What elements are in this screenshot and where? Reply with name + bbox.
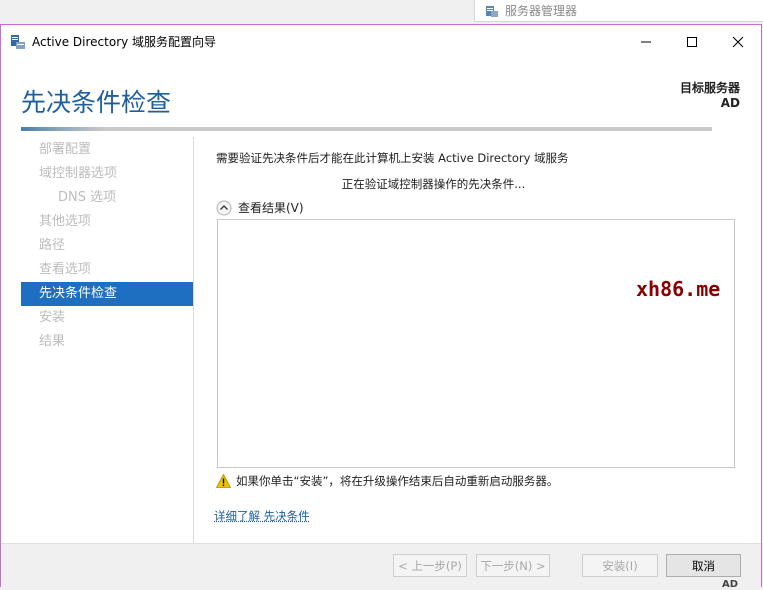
wizard-steps-nav: 部署配置 域控制器选项 DNS 选项 其他选项 路径 查看选项 先决条件检查 安… bbox=[21, 138, 193, 354]
page-title: 先决条件检查 bbox=[21, 83, 171, 119]
close-button[interactable] bbox=[715, 25, 761, 58]
header-progress-bar bbox=[21, 127, 712, 131]
ad-ds-app-icon bbox=[10, 34, 26, 50]
nav-item-dns-options[interactable]: DNS 选项 bbox=[21, 186, 193, 210]
minimize-button[interactable] bbox=[623, 25, 669, 58]
wizard-header: 先决条件检查 目标服务器 AD bbox=[1, 58, 761, 138]
wizard-footer: < 上一步(P) 下一步(N) > 安装(I) 取消 bbox=[1, 543, 761, 587]
warning-text: 如果你单击“安装”，将在升级操作结束后自动重新启动服务器。 bbox=[236, 473, 558, 489]
view-results-toggle[interactable]: 查看结果(V) bbox=[216, 199, 304, 216]
nav-item-results[interactable]: 结果 bbox=[21, 330, 193, 354]
view-results-label: 查看结果(V) bbox=[238, 199, 304, 216]
background-window-corner-text: AD bbox=[722, 579, 738, 590]
background-window-titlebar[interactable]: 服务器管理器 bbox=[474, 0, 763, 22]
nav-item-installation[interactable]: 安装 bbox=[21, 306, 193, 330]
nav-item-additional-options[interactable]: 其他选项 bbox=[21, 210, 193, 234]
nav-item-deployment-config[interactable]: 部署配置 bbox=[21, 138, 193, 162]
warning-icon bbox=[216, 474, 231, 488]
nav-divider bbox=[193, 137, 194, 547]
titlebar[interactable]: Active Directory 域服务配置向导 bbox=[1, 25, 761, 58]
close-icon bbox=[732, 36, 744, 48]
chevron-up-circle-icon bbox=[216, 200, 232, 216]
nav-item-prerequisites-check[interactable]: 先决条件检查 bbox=[21, 282, 193, 306]
learn-more-prerequisites-link[interactable]: 详细了解 先决条件 bbox=[214, 508, 310, 524]
maximize-button[interactable] bbox=[669, 25, 715, 58]
server-manager-icon bbox=[485, 4, 499, 18]
results-list[interactable] bbox=[217, 219, 735, 468]
main-content: 需要验证先决条件后才能在此计算机上安装 Active Directory 域服务… bbox=[216, 150, 736, 192]
window-title: Active Directory 域服务配置向导 bbox=[32, 33, 216, 50]
target-server-name: AD bbox=[680, 96, 740, 111]
target-server-info: 目标服务器 AD bbox=[680, 81, 740, 111]
minimize-icon bbox=[640, 36, 652, 48]
previous-button[interactable]: < 上一步(P) bbox=[393, 554, 467, 577]
next-button[interactable]: 下一步(N) > bbox=[476, 554, 550, 577]
nav-item-paths[interactable]: 路径 bbox=[21, 234, 193, 258]
window-controls bbox=[623, 25, 761, 58]
ad-ds-config-wizard: Active Directory 域服务配置向导 先决条件检查 目标服务器 AD… bbox=[0, 24, 762, 587]
restart-warning: 如果你单击“安装”，将在升级操作结束后自动重新启动服务器。 bbox=[216, 473, 558, 489]
watermark-text: xh86.me bbox=[636, 277, 720, 301]
validation-status: 正在验证域控制器操作的先决条件... bbox=[216, 176, 736, 192]
prerequisites-description: 需要验证先决条件后才能在此计算机上安装 Active Directory 域服务 bbox=[216, 150, 736, 166]
nav-item-review-options[interactable]: 查看选项 bbox=[21, 258, 193, 282]
cancel-button[interactable]: 取消 bbox=[666, 554, 741, 577]
background-window-title: 服务器管理器 bbox=[505, 2, 577, 19]
install-button[interactable]: 安装(I) bbox=[582, 554, 658, 577]
nav-item-dc-options[interactable]: 域控制器选项 bbox=[21, 162, 193, 186]
target-server-label: 目标服务器 bbox=[680, 81, 740, 96]
maximize-icon bbox=[686, 36, 698, 48]
